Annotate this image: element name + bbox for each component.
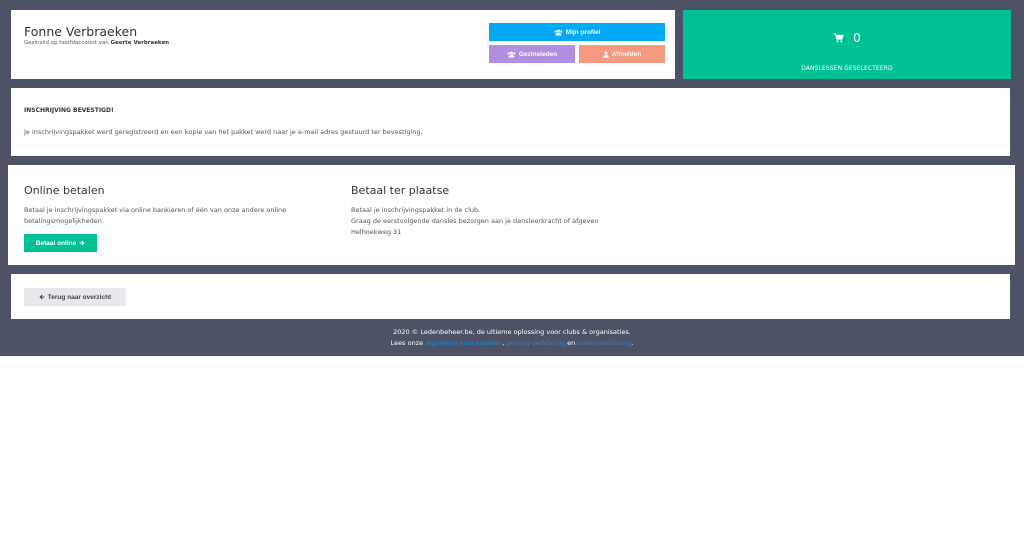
account-owner-prefix: Gezinslid op hoofdaccount van xyxy=(24,40,109,46)
footer-links-line: Lees onze algemene voorwaarden, privacy … xyxy=(0,338,1024,349)
confirmation-title: INSCHRIJVING BEVESTIGD! xyxy=(24,107,114,114)
account-owner-line: Gezinslid op hoofdaccount van Geerte Ver… xyxy=(24,40,169,46)
online-payment-title: Online betalen xyxy=(24,184,105,197)
back-card: Terug naar overzicht xyxy=(11,274,1010,319)
pay-online-button[interactable]: Betaal online xyxy=(24,234,97,252)
local-payment-line-1: Betaal je inschrijvingspakket in de club… xyxy=(351,206,481,214)
footer-read-prefix: Lees onze xyxy=(390,339,424,347)
terms-link[interactable]: algemene voorwaarden xyxy=(425,339,502,347)
payment-options-card: Online betalen Betaal je inschrijvingspa… xyxy=(8,165,1015,265)
profile-card: Fonne Verbraeken Gezinslid op hoofdaccou… xyxy=(11,10,675,79)
users-icon xyxy=(554,29,563,35)
arrow-right-icon xyxy=(79,240,85,246)
back-to-overview-label: Terug naar overzicht xyxy=(47,293,112,301)
footer-copyright: 2020 © Ledenbeheer.be, de ultieme oploss… xyxy=(393,328,631,336)
account-owner-name: Geerte Verbraeken xyxy=(110,40,170,46)
family-members-label: Gezinsleden xyxy=(518,50,558,58)
users-icon xyxy=(507,51,516,57)
confirmation-card: INSCHRIJVING BEVESTIGD! Je inschrijvings… xyxy=(11,88,1010,156)
pay-online-label: Betaal online xyxy=(35,239,77,247)
footer: 2020 © Ledenbeheer.be, de ultieme oploss… xyxy=(0,327,1024,349)
online-payment-section: Online betalen Betaal je inschrijvingspa… xyxy=(24,184,329,227)
local-payment-address: Helhoekweg 31 xyxy=(351,228,402,236)
my-profile-button[interactable]: Mijn profiel xyxy=(489,23,665,41)
cart-count-row: 0 xyxy=(683,31,1011,45)
privacy-link[interactable]: privacy verklaring xyxy=(506,339,565,347)
user-name: Fonne Verbraeken xyxy=(24,24,138,39)
family-members-button[interactable]: Gezinsleden xyxy=(489,45,575,63)
local-payment-line-2: Graag de eerstvolgende dansles bezorgen … xyxy=(351,217,599,225)
footer-and: en xyxy=(567,339,576,347)
arrow-left-icon xyxy=(39,294,45,300)
cart-label: DANSLESSEN GESELECTEERD xyxy=(801,65,893,72)
cookie-link[interactable]: cookieverklaring xyxy=(577,339,631,347)
footer-separator: , xyxy=(502,339,505,347)
shopping-cart-icon xyxy=(833,33,845,43)
confirmation-text: Je inschrijvingspakket werd geregistreer… xyxy=(24,128,423,136)
footer-end: . xyxy=(631,339,634,347)
cart-summary[interactable]: 0 DANSLESSEN GESELECTEERD xyxy=(683,10,1011,79)
logout-label: Afmelden xyxy=(611,50,642,58)
local-payment-title: Betaal ter plaatse xyxy=(351,184,450,197)
online-payment-text: Betaal je inschrijvingspakket via online… xyxy=(24,206,287,225)
logout-button[interactable]: Afmelden xyxy=(579,45,665,63)
cart-count: 0 xyxy=(853,31,861,45)
user-icon xyxy=(602,51,609,58)
local-payment-section: Betaal ter plaatse Betaal je inschrijvin… xyxy=(351,184,651,238)
my-profile-label: Mijn profiel xyxy=(565,28,601,36)
back-to-overview-button[interactable]: Terug naar overzicht xyxy=(24,288,126,306)
